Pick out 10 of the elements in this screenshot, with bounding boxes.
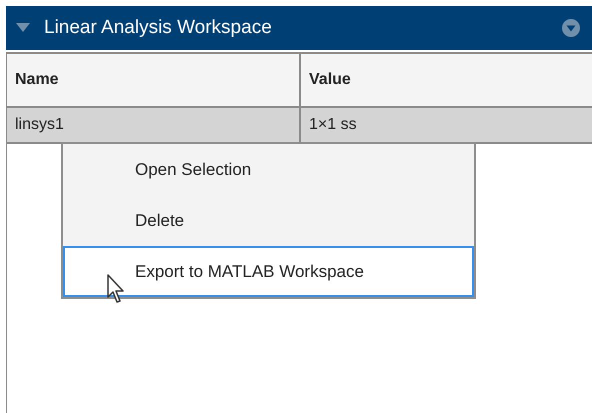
table-cell-text: 1×1 ss (308, 115, 358, 135)
menu-item[interactable]: Open Selection (63, 144, 474, 195)
collapse-icon[interactable] (16, 23, 30, 33)
menu-item[interactable]: Export to MATLAB Workspace (63, 246, 474, 297)
table-row[interactable]: linsys1 1×1 ss (7, 108, 592, 144)
column-header[interactable]: Name (7, 54, 301, 106)
column-header[interactable]: Value (301, 54, 592, 106)
options-icon[interactable] (562, 19, 580, 37)
menu-item[interactable]: Delete (63, 195, 474, 246)
panel-title: Linear Analysis Workspace (44, 16, 273, 40)
